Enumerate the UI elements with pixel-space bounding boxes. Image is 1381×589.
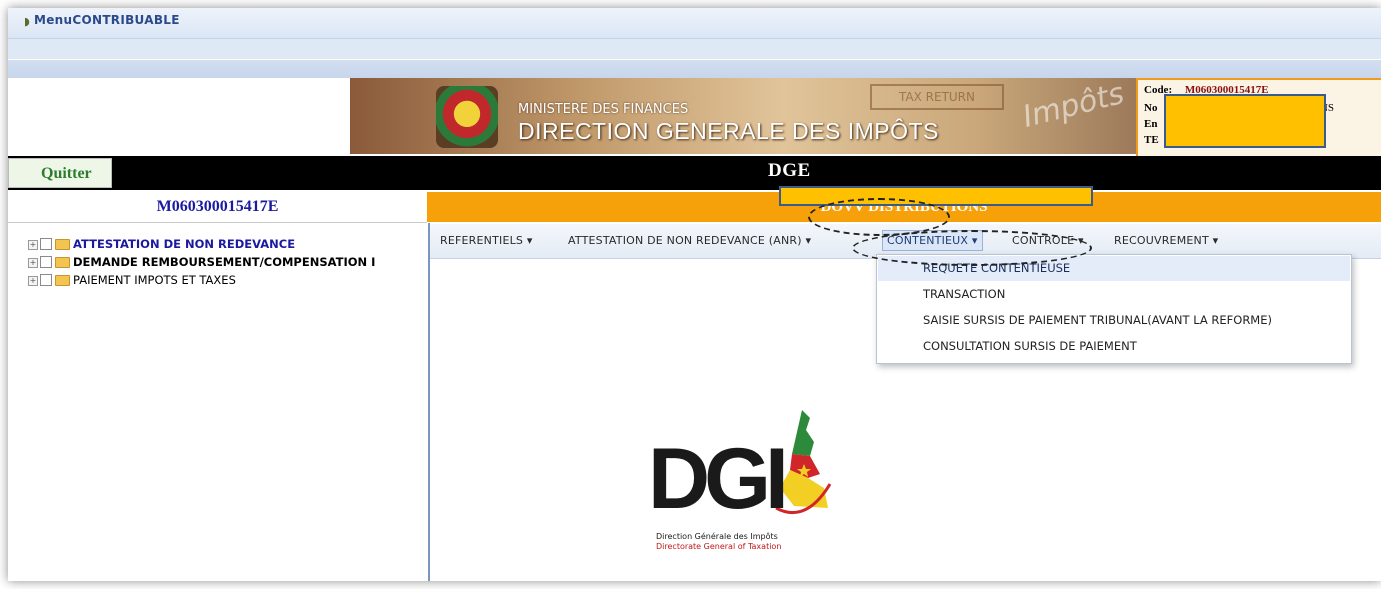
banner-watermark: Impôts: [1019, 78, 1128, 135]
logo-line-fr: Direction Générale des Impôts: [656, 532, 778, 541]
folder-icon: [55, 239, 70, 250]
page-title: DGE: [768, 160, 811, 181]
redaction-box: [1164, 94, 1326, 148]
window-titlebar: ◗ MenuCONTRIBUABLE: [8, 8, 1381, 39]
folder-icon: [55, 275, 70, 286]
banner-directorate: DIRECTION GENERALE DES IMPÔTS: [518, 118, 939, 144]
app-icon: ◗: [24, 15, 30, 28]
app-window: ◗ MenuCONTRIBUABLE MINISTERE DES FINANCE…: [8, 8, 1381, 581]
menu-recouvrement[interactable]: RECOUVREMENT ▾: [1114, 234, 1218, 247]
toolbar-strip-2: [8, 60, 1381, 78]
tree-item-label: PAIEMENT IMPOTS ET TAXES: [73, 273, 236, 287]
logo-line-en: Directorate General of Taxation: [656, 542, 782, 551]
expand-icon[interactable]: +: [28, 240, 38, 250]
tree-item-label: ATTESTATION DE NON REDEVANCE: [73, 237, 296, 251]
folder-icon: [55, 257, 70, 268]
dropdown-item-consultation-sursis[interactable]: CONSULTATION SURSIS DE PAIEMENT: [878, 334, 1350, 359]
en-label: En: [1144, 118, 1158, 130]
tree-checkbox[interactable]: [40, 256, 52, 268]
sidebar-header: M060300015417E: [8, 192, 427, 223]
dgi-logo: DGI Direction Générale des Impôts Direct…: [648, 400, 892, 574]
annotation-oval-contentieux: [852, 230, 1092, 266]
top-black-bar: [8, 156, 1381, 190]
menu-referentiels[interactable]: REFERENTIELS ▾: [440, 234, 533, 247]
redaction-box-2: [779, 186, 1093, 206]
te-label: TE: [1144, 134, 1159, 146]
dgi-banner: MINISTERE DES FINANCES DIRECTION GENERAL…: [350, 78, 1136, 154]
logo-text: DGI: [648, 431, 789, 527]
dropdown-item-transaction[interactable]: TRANSACTION: [878, 282, 1350, 307]
menu-attestation-anr[interactable]: ATTESTATION DE NON REDEVANCE (ANR) ▾: [568, 234, 811, 247]
contentieux-dropdown: REQUETE CONTENTIEUSE TRANSACTION SAISIE …: [876, 254, 1352, 364]
quit-button[interactable]: Quitter: [8, 158, 112, 188]
nom-label: No: [1144, 102, 1158, 114]
taxpayer-info-panel: Code: M060300015417E No En TE ONS: [1136, 78, 1381, 158]
window-title: MenuCONTRIBUABLE: [34, 13, 180, 27]
tree-checkbox[interactable]: [40, 274, 52, 286]
cameroon-emblem-icon: [436, 86, 498, 148]
expand-icon[interactable]: +: [28, 276, 38, 286]
toolbar-strip: [8, 39, 1381, 59]
expand-icon[interactable]: +: [28, 258, 38, 268]
tree-checkbox[interactable]: [40, 238, 52, 250]
sidebar-tree: + ATTESTATION DE NON REDEVANCE + DEMANDE…: [8, 223, 430, 581]
dropdown-item-saisie-sursis[interactable]: SAISIE SURSIS DE PAIEMENT TRIBUNAL(AVANT…: [878, 308, 1350, 333]
banner-ministry: MINISTERE DES FINANCES: [518, 102, 689, 117]
banner-stamp: TAX RETURN: [870, 84, 1004, 110]
tree-item-label: DEMANDE REMBOURSEMENT/COMPENSATION I: [73, 255, 376, 269]
